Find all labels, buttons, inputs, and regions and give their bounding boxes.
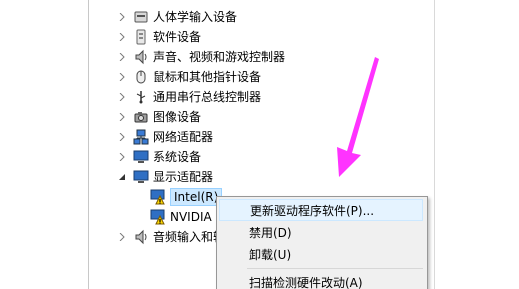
tree-item-label: 图像设备 [153,110,202,124]
pane-right-border [434,0,435,289]
menu-item-update-driver[interactable]: 更新驱动程序软件(P)... [219,199,423,221]
usb-icon [133,89,149,105]
tree-item-label: NVIDIA [170,210,212,224]
device-manager-window: 人体学输入设备 软件设备 声音、视频和游戏控制器 鼠标和其他指针设备 通用串行总… [0,0,519,289]
camera-icon [133,109,149,125]
software-device-icon [133,29,149,45]
tree-item-label: 音频输入和输 [153,230,226,244]
menu-item-scan-hardware[interactable]: 扫描检测硬件改动(A) [219,271,423,289]
selected-device-label: Intel(R) [170,188,223,206]
tree-item-label: 通用串行总线控制器 [153,90,262,104]
expand-arrow-icon[interactable] [116,107,128,127]
collapse-arrow-icon[interactable] [116,167,128,187]
tree-item-label: 鼠标和其他指针设备 [153,70,262,84]
tree-item-label: 软件设备 [153,30,202,44]
tree-child-intel-graphics[interactable]: Intel(R) [150,187,223,207]
menu-separator [247,268,423,269]
tree-item-hid[interactable]: 人体学输入设备 [116,7,237,27]
menu-item-disable[interactable]: 禁用(D) [219,221,423,243]
tree-item-system[interactable]: 系统设备 [116,147,201,167]
warning-monitor-icon [150,189,166,205]
audio-io-icon [133,229,149,245]
expand-arrow-icon[interactable] [116,7,128,27]
network-icon [133,129,149,145]
expand-arrow-icon[interactable] [116,127,128,147]
tree-item-label: 网络适配器 [153,130,214,144]
tree-item-software-devices[interactable]: 软件设备 [116,27,201,47]
expand-arrow-icon[interactable] [116,147,128,167]
tree-item-label: 显示适配器 [153,170,214,184]
system-device-icon [133,149,149,165]
tree-item-mice[interactable]: 鼠标和其他指针设备 [116,67,261,87]
tree-item-sound-video[interactable]: 声音、视频和游戏控制器 [116,47,285,67]
tree-item-usb[interactable]: 通用串行总线控制器 [116,87,261,107]
hid-icon [133,9,149,25]
annotation-arrow-icon [337,57,379,177]
menu-item-label: 更新驱动程序软件(P)... [250,203,375,218]
expand-arrow-icon[interactable] [116,27,128,47]
tree-item-label: 系统设备 [153,150,202,164]
monitor-icon [133,169,149,185]
expand-arrow-icon[interactable] [116,227,128,247]
tree-item-label: 人体学输入设备 [153,10,238,24]
tree-item-imaging[interactable]: 图像设备 [116,107,201,127]
tree-item-display-adapters[interactable]: 显示适配器 [116,167,213,187]
context-menu: 更新驱动程序软件(P)... 禁用(D) 卸载(U) 扫描检测硬件改动(A) [216,196,428,289]
menu-item-label: 扫描检测硬件改动(A) [249,275,363,289]
warning-monitor-icon [150,209,166,225]
expand-arrow-icon[interactable] [116,87,128,107]
tree-item-label: 声音、视频和游戏控制器 [153,50,286,64]
tree-child-nvidia[interactable]: NVIDIA [150,207,212,227]
expand-arrow-icon[interactable] [116,47,128,67]
tree-item-audio-io[interactable]: 音频输入和输 [116,227,225,247]
expand-arrow-icon[interactable] [116,67,128,87]
menu-item-uninstall[interactable]: 卸载(U) [219,243,423,265]
pane-left-border [88,0,89,289]
speaker-icon [133,49,149,65]
menu-item-label: 禁用(D) [249,225,292,240]
tree-item-network[interactable]: 网络适配器 [116,127,213,147]
mouse-icon [133,69,149,85]
menu-item-label: 卸载(U) [249,247,292,262]
